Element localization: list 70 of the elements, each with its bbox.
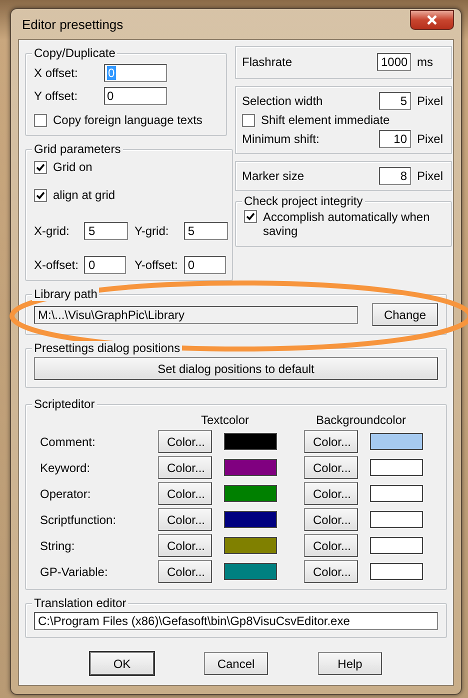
field-label: Pixel: [417, 94, 444, 108]
field-label: Y offset:: [34, 89, 79, 103]
input-field[interactable]: M:\...\Visu\GraphPic\Library: [34, 306, 358, 324]
color-button[interactable]: Color...: [158, 482, 212, 505]
checkbox[interactable]: [242, 114, 255, 126]
color-button[interactable]: Color...: [158, 508, 212, 531]
change-button[interactable]: Change: [372, 303, 438, 326]
field-label: Comment:: [40, 434, 96, 448]
group-title: Library path: [32, 287, 100, 301]
checkbox[interactable]: [34, 188, 47, 202]
input-field[interactable]: 5: [84, 222, 128, 240]
dialog-button[interactable]: Help: [318, 652, 382, 675]
field-label: X-grid:: [34, 224, 70, 238]
input-field[interactable]: 0: [84, 256, 126, 274]
group-title: Check project integrity: [242, 194, 365, 208]
field-label: Flashrate: [242, 55, 294, 69]
field-label: X-offset:: [34, 258, 78, 272]
window-title: Editor presettings: [21, 16, 124, 32]
group-title: Scripteditor: [32, 397, 97, 411]
input-field[interactable]: 0: [104, 87, 167, 105]
close-icon: [426, 15, 438, 25]
color-button[interactable]: Color...: [304, 508, 358, 531]
input-field[interactable]: 1000: [377, 53, 411, 71]
column-header: Backgroundcolor: [314, 413, 408, 427]
color-button[interactable]: Color...: [304, 560, 358, 583]
checkbox-label: Copy foreign language texts: [53, 113, 202, 127]
color-button[interactable]: Color...: [158, 456, 212, 479]
checkbox[interactable]: [34, 114, 47, 126]
color-button[interactable]: Color...: [158, 534, 212, 557]
field-label: Operator:: [40, 486, 92, 500]
color-button[interactable]: Color...: [304, 482, 358, 505]
input-field[interactable]: 0: [184, 256, 226, 274]
input-field[interactable]: 10: [379, 130, 411, 148]
column-header: Textcolor: [200, 413, 250, 427]
field-label: Y-grid:: [134, 224, 170, 238]
color-button[interactable]: Color...: [304, 534, 358, 557]
field-label: Y-offset:: [134, 258, 178, 272]
checkbox-label: Accomplish automatically when saving: [263, 210, 431, 238]
group-title: Copy/Duplicate: [32, 46, 118, 60]
field-label: Minimum shift:: [242, 132, 320, 146]
checkbox-label: align at grid: [53, 188, 116, 202]
color-button[interactable]: Color...: [304, 456, 358, 479]
dialog-button[interactable]: OK: [90, 652, 154, 675]
field-label: ms: [417, 55, 434, 69]
field-label: Selection width: [242, 94, 324, 108]
group-title: Translation editor: [32, 596, 128, 610]
checkbox[interactable]: [244, 210, 257, 223]
close-button[interactable]: [410, 10, 454, 30]
color-button[interactable]: Color...: [158, 560, 212, 583]
color-button[interactable]: Color...: [304, 430, 358, 453]
group-title: Grid parameters: [32, 142, 123, 156]
field-label: Marker size: [242, 169, 306, 183]
field-label: Keyword:: [40, 460, 92, 474]
color-button[interactable]: Color...: [158, 430, 212, 453]
checkbox-label: Shift element immediate: [261, 113, 390, 127]
group-title: Presettings dialog positions: [32, 341, 182, 355]
input-field[interactable]: 8: [379, 167, 411, 185]
input-field[interactable]: C:\Program Files (x86)\Gefasoft\bin\Gp8VisuCsvEditor.exe: [34, 612, 438, 630]
field-label: String:: [40, 538, 76, 552]
field-label: GP-Variable:: [40, 564, 109, 578]
checkbox[interactable]: [34, 160, 47, 174]
input-field[interactable]: 5: [184, 222, 228, 240]
field-label: Pixel: [417, 132, 444, 146]
field-label: Pixel: [417, 169, 444, 183]
input-field[interactable]: 5: [379, 92, 411, 110]
reset-positions-button[interactable]: Set dialog positions to default: [34, 357, 438, 380]
dialog-button[interactable]: Cancel: [204, 652, 268, 675]
field-label: X offset:: [34, 66, 79, 80]
field-label: Scriptfunction:: [40, 512, 118, 526]
checkbox-label: Grid on: [53, 160, 92, 174]
